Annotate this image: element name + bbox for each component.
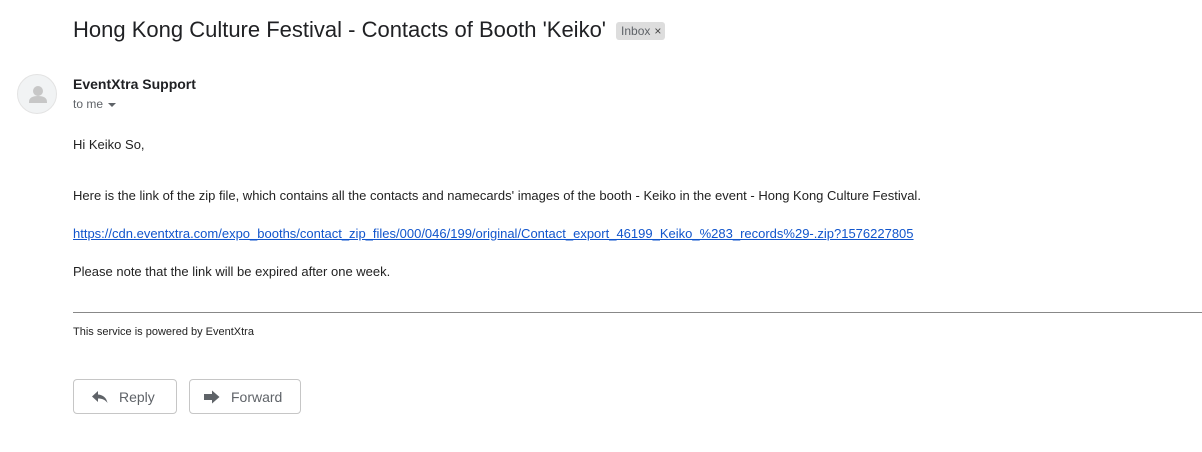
email-view: Hong Kong Culture Festival - Contacts of… xyxy=(0,0,1202,452)
signature-divider xyxy=(73,312,1202,313)
recipients-text: to me xyxy=(73,97,104,111)
download-link[interactable]: https://cdn.eventxtra.com/expo_booths/co… xyxy=(73,226,914,241)
forward-button[interactable]: Forward xyxy=(189,379,301,414)
sender-avatar xyxy=(17,74,57,114)
inbox-label[interactable]: Inbox × xyxy=(616,22,666,40)
remove-label-icon[interactable]: × xyxy=(654,25,661,37)
footer-text: This service is powered by EventXtra xyxy=(73,326,254,338)
body-paragraph-2: Please note that the link will be expire… xyxy=(73,264,391,279)
reply-label: Reply xyxy=(119,388,155,405)
person-avatar-icon xyxy=(29,86,47,103)
reply-button[interactable]: Reply xyxy=(73,379,177,414)
subject-row: Hong Kong Culture Festival - Contacts of… xyxy=(73,17,666,43)
email-subject: Hong Kong Culture Festival - Contacts of… xyxy=(73,17,607,42)
chevron-down-icon[interactable] xyxy=(108,102,117,107)
greeting-text: Hi Keiko So, xyxy=(73,137,145,152)
body-paragraph-1: Here is the link of the zip file, which … xyxy=(73,188,921,203)
inbox-label-text: Inbox xyxy=(621,24,651,38)
forward-arrow-icon xyxy=(204,390,220,403)
recipients-toggle[interactable]: to me xyxy=(73,97,117,111)
forward-label: Forward xyxy=(231,388,283,405)
sender-name[interactable]: EventXtra Support xyxy=(73,76,196,92)
reply-arrow-icon xyxy=(92,390,108,403)
